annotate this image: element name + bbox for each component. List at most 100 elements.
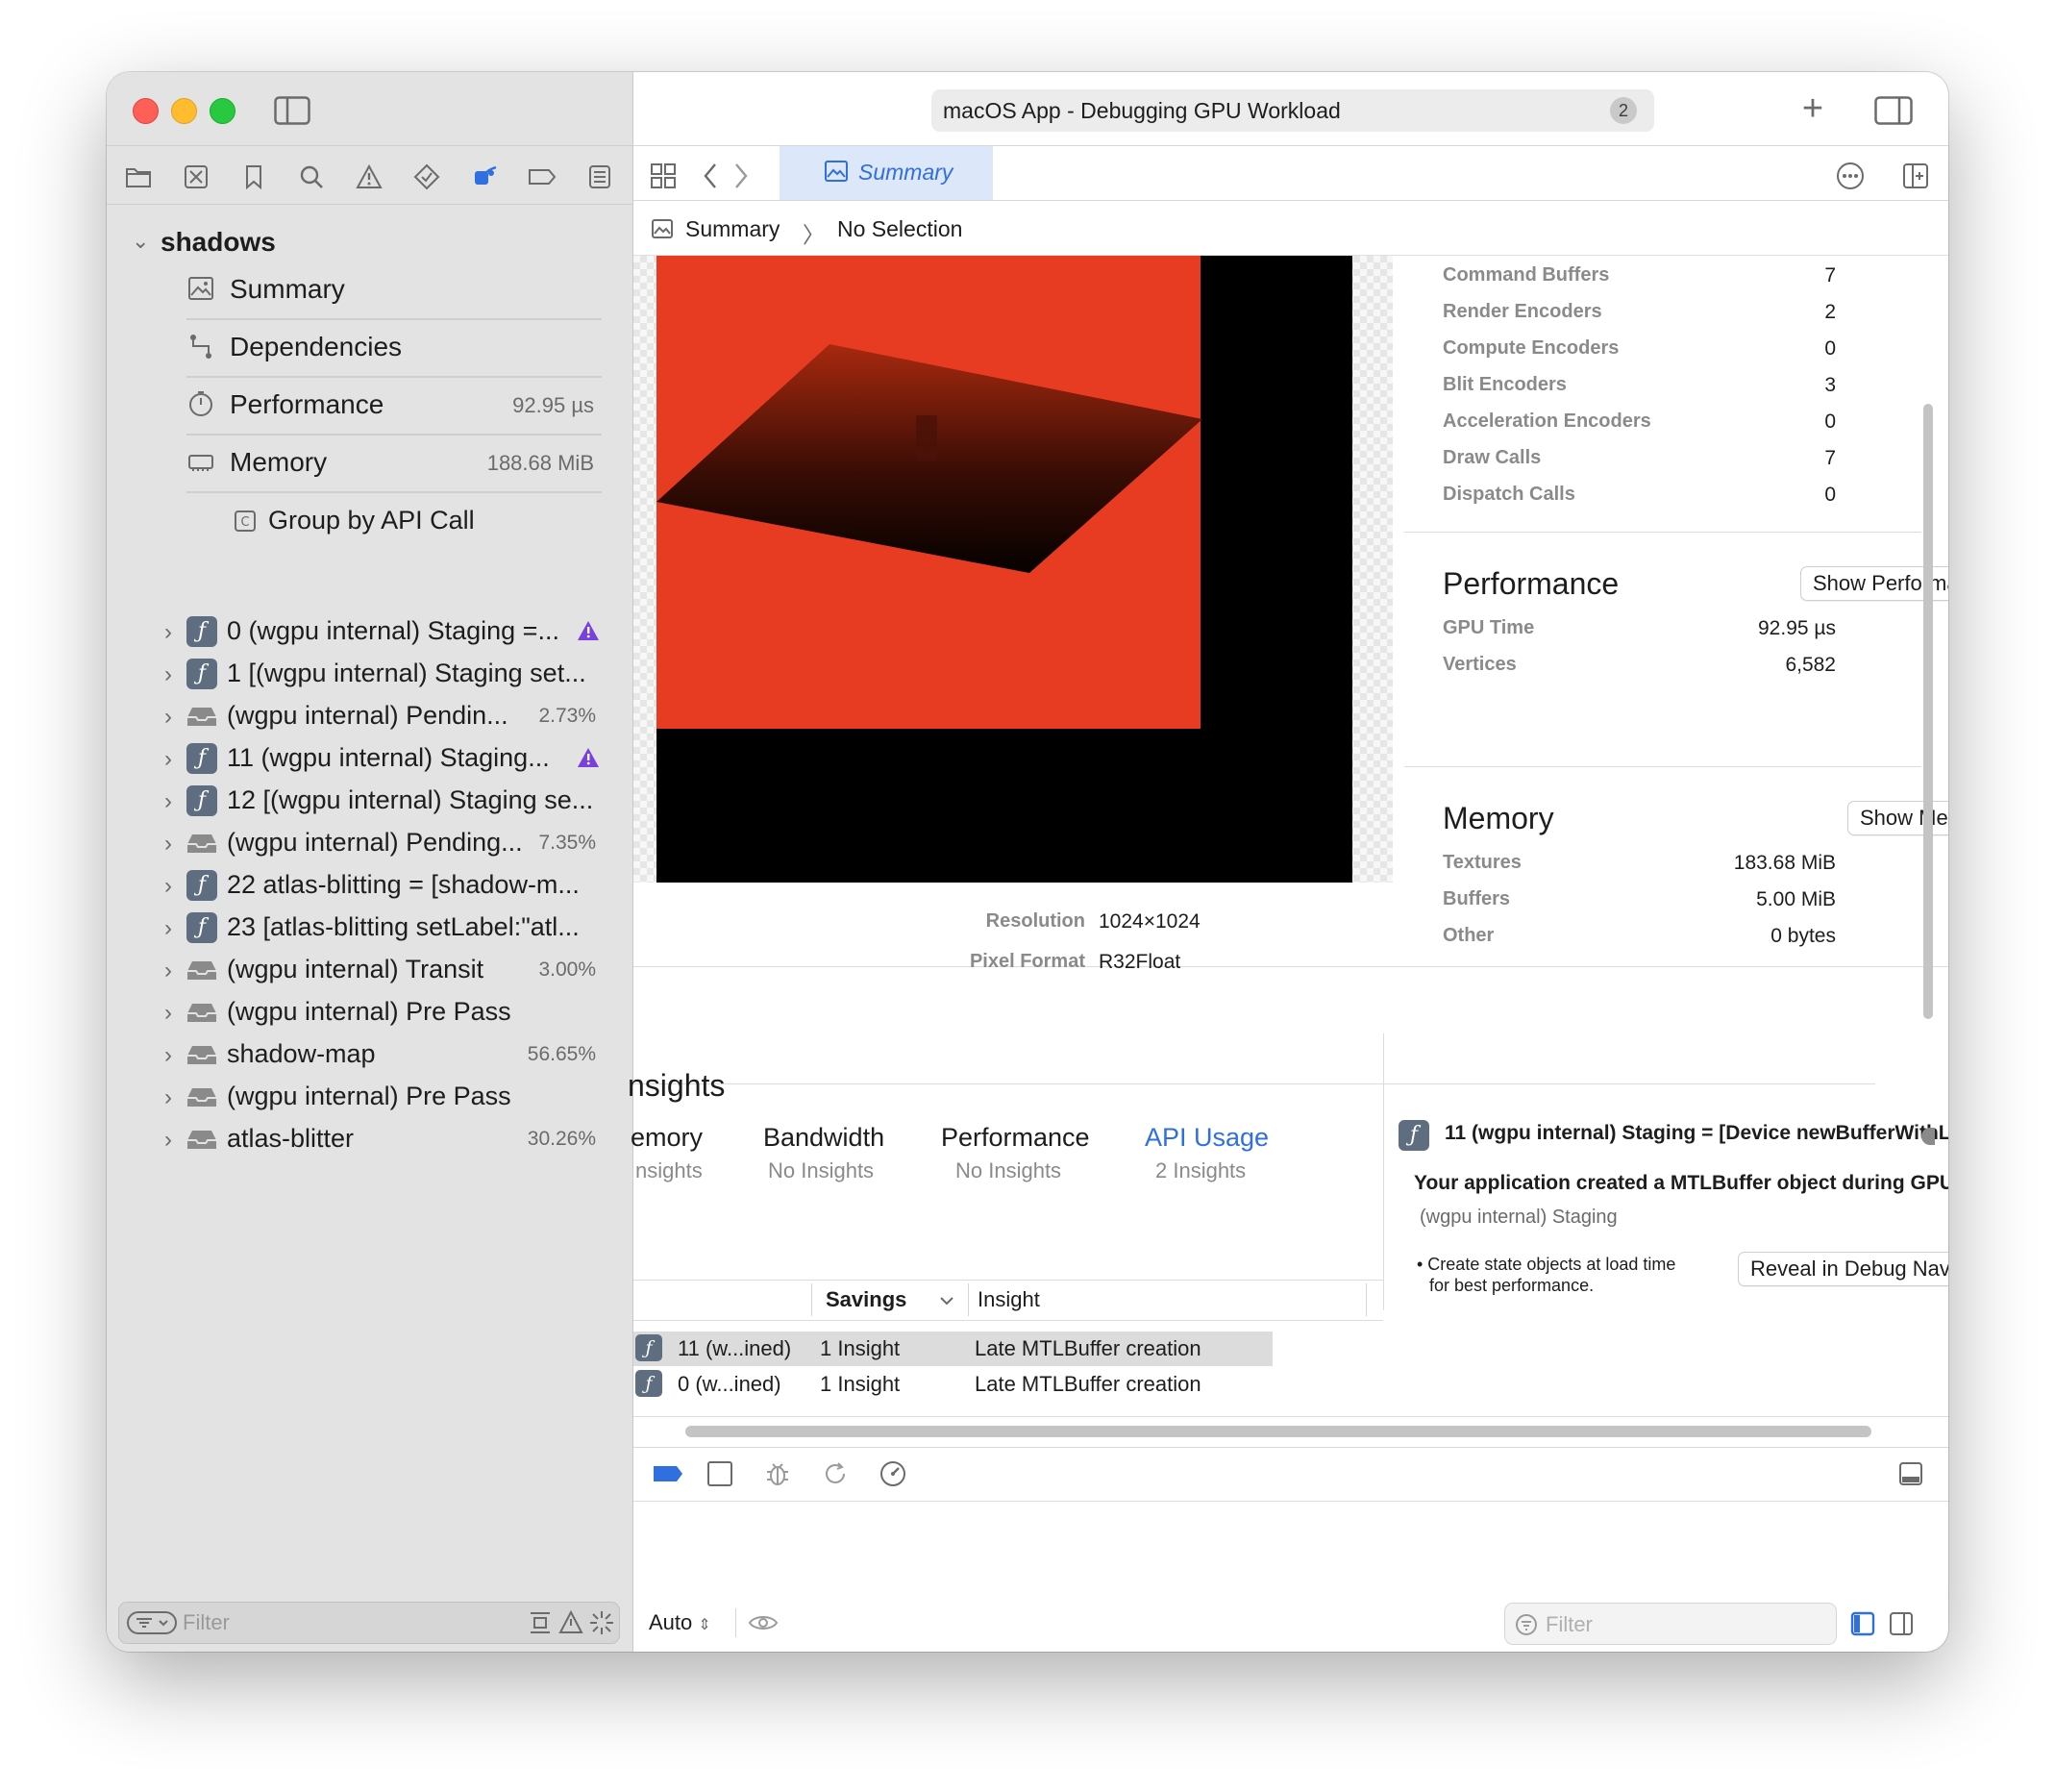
breadcrumb-separator-icon: 〉 <box>803 222 825 247</box>
disclosure-chevron-right-icon[interactable]: › <box>164 873 172 900</box>
disclosure-chevron-right-icon[interactable]: › <box>164 619 172 646</box>
detail-info-icon[interactable] <box>1921 1128 1935 1145</box>
group-by-popup[interactable]: C Group by API Call <box>234 503 653 541</box>
sidebar-toggle-icon[interactable] <box>274 95 310 126</box>
savings-column-header[interactable]: Savings <box>826 1287 906 1312</box>
bookmark-icon[interactable] <box>239 162 268 191</box>
sidebar-item-dependencies[interactable]: Dependencies <box>186 320 602 378</box>
tree-row[interactable]: › ƒ 0 (wgpu internal) Staging =... <box>107 613 632 652</box>
tree-row-label: 1 [(wgpu internal) Staging set... <box>227 659 586 687</box>
disclosure-chevron-right-icon[interactable]: › <box>164 915 172 942</box>
insights-tab-bandwidth[interactable]: Bandwidth <box>763 1123 884 1153</box>
disclosure-chevron-down-icon[interactable]: ⌄ <box>132 229 149 254</box>
filter-menu-icon[interactable] <box>127 1611 177 1634</box>
disclosure-chevron-right-icon[interactable]: › <box>164 1084 172 1111</box>
add-editor-icon[interactable] <box>1900 161 1931 191</box>
console-toggle-icon[interactable] <box>1895 1459 1926 1488</box>
reload-icon[interactable] <box>820 1459 851 1488</box>
navigator-filter-field[interactable]: Filter <box>118 1602 620 1644</box>
stop-square-icon[interactable] <box>705 1459 735 1488</box>
disclosure-chevron-right-icon[interactable]: › <box>164 704 172 731</box>
more-options-ellipsis-icon[interactable] <box>1835 161 1866 191</box>
test-diamond-icon[interactable] <box>412 162 441 191</box>
breadcrumb-root[interactable]: Summary <box>685 216 780 242</box>
insights-tab-memory[interactable]: emory <box>631 1123 703 1153</box>
texture-viewer[interactable] <box>633 256 1393 883</box>
disclosure-chevron-right-icon[interactable]: › <box>164 746 172 773</box>
sidebar-item-performance[interactable]: Performance 92.95 µs <box>186 378 602 436</box>
tree-row[interactable]: › ƒ 11 (wgpu internal) Staging... <box>107 740 632 779</box>
folder-icon[interactable] <box>124 162 153 191</box>
left-pane-toggle-icon[interactable] <box>1848 1610 1877 1637</box>
tree-row[interactable]: › (wgpu internal) Pre Pass <box>107 1079 632 1117</box>
shadow-map-texture[interactable] <box>656 256 1352 883</box>
sort-chevron-down-icon[interactable] <box>939 1295 954 1307</box>
sidebar-item-memory[interactable]: Memory 188.68 MiB <box>186 436 602 493</box>
row-name: 0 (w...ined) <box>678 1372 781 1396</box>
warning-triangle-icon[interactable] <box>577 620 600 641</box>
activity-badge[interactable]: 2 <box>1610 97 1637 124</box>
grid-icon[interactable] <box>648 161 679 191</box>
root-node-label[interactable]: shadows <box>161 227 276 258</box>
disclosure-chevron-right-icon[interactable]: › <box>164 1000 172 1027</box>
tree-row[interactable]: › ƒ 22 atlas-blitting = [shadow-m... <box>107 867 632 906</box>
tree-row[interactable]: › (wgpu internal) Transit 3.00% <box>107 952 632 990</box>
insights-tab-api-usage[interactable]: API Usage <box>1145 1123 1269 1153</box>
disclosure-chevron-right-icon[interactable]: › <box>164 788 172 815</box>
vertical-scrollbar[interactable] <box>1923 404 1933 1019</box>
breakpoint-icon[interactable] <box>528 162 557 191</box>
title-activity-field[interactable]: macOS App - Debugging GPU Workload 2 <box>931 89 1654 132</box>
insights-tab-performance[interactable]: Performance <box>941 1123 1090 1153</box>
warning-triangle-icon[interactable] <box>577 747 600 768</box>
tab-summary[interactable]: Summary <box>780 146 993 200</box>
inspector-toggle-icon[interactable] <box>1873 95 1914 126</box>
tree-row[interactable]: › (wgpu internal) Pendin... 2.73% <box>107 698 632 736</box>
bug-icon[interactable] <box>762 1459 793 1488</box>
tree-row[interactable]: › ƒ 1 [(wgpu internal) Staging set... <box>107 656 632 694</box>
disclosure-chevron-right-icon[interactable]: › <box>164 661 172 688</box>
right-pane-toggle-icon[interactable] <box>1887 1610 1916 1637</box>
disclosure-chevron-right-icon[interactable]: › <box>164 831 172 858</box>
table-row[interactable]: ƒ 11 (w...ined) 1 Insight Late MTLBuffer cr… <box>633 1332 1273 1366</box>
horizontal-scrollbar[interactable] <box>685 1426 1871 1437</box>
image-icon <box>825 161 848 182</box>
stat-value: 2 <box>1824 301 1836 323</box>
filter-icon <box>1516 1614 1537 1635</box>
source-control-icon[interactable] <box>182 162 210 191</box>
insight-column-header[interactable]: Insight <box>978 1287 1040 1312</box>
show-memory-button[interactable]: Show Memory <box>1847 801 1948 835</box>
frame-filter-icon[interactable] <box>528 1610 553 1635</box>
minimize-window-button[interactable] <box>171 98 197 124</box>
tree-row[interactable]: › (wgpu internal) Pre Pass <box>107 994 632 1033</box>
close-window-button[interactable] <box>133 98 159 124</box>
issue-warning-icon[interactable] <box>355 162 384 191</box>
back-chevron-icon[interactable] <box>699 161 722 191</box>
reveal-in-debug-navigator-button[interactable]: Reveal in Debug Navigator <box>1738 1252 1948 1286</box>
gauge-icon[interactable] <box>878 1459 908 1488</box>
table-row[interactable]: ƒ 0 (w...ined) 1 Insight Late MTLBuffer cre… <box>633 1367 1273 1402</box>
tree-row[interactable]: › shadow-map 56.65% <box>107 1036 632 1075</box>
disclosure-chevron-right-icon[interactable]: › <box>164 1127 172 1154</box>
add-tab-plus-icon[interactable]: + <box>1794 88 1832 129</box>
eye-icon[interactable] <box>747 1610 780 1635</box>
disclosure-chevron-right-icon[interactable]: › <box>164 958 172 984</box>
sidebar-item-summary[interactable]: Summary <box>186 262 602 320</box>
forward-chevron-icon[interactable] <box>730 161 753 191</box>
variables-view-popup[interactable]: Auto ⇕ <box>649 1610 711 1635</box>
debug-navigator-icon[interactable] <box>470 162 499 191</box>
disclosure-chevron-right-icon[interactable]: › <box>164 1042 172 1069</box>
stat-label: Render Encoders <box>1443 301 1602 322</box>
tree-row[interactable]: › ƒ 12 [(wgpu internal) Staging se... <box>107 783 632 821</box>
activity-filter-icon[interactable] <box>589 1610 614 1635</box>
breadcrumb-current[interactable]: No Selection <box>837 216 962 242</box>
tree-row[interactable]: › (wgpu internal) Pending... 7.35% <box>107 825 632 863</box>
warning-filter-icon[interactable] <box>558 1610 583 1635</box>
editor-area: macOS App - Debugging GPU Workload 2 + S… <box>628 72 1948 1652</box>
console-filter-field[interactable]: Filter <box>1504 1603 1837 1645</box>
search-icon[interactable] <box>297 162 326 191</box>
breakpoints-toggle-icon[interactable] <box>651 1459 685 1488</box>
tree-row[interactable]: › ƒ 23 [atlas-blitting setLabel:"atl... <box>107 909 632 948</box>
report-icon[interactable] <box>585 162 614 191</box>
zoom-window-button[interactable] <box>210 98 235 124</box>
tree-row[interactable]: › atlas-blitter 30.26% <box>107 1121 632 1159</box>
